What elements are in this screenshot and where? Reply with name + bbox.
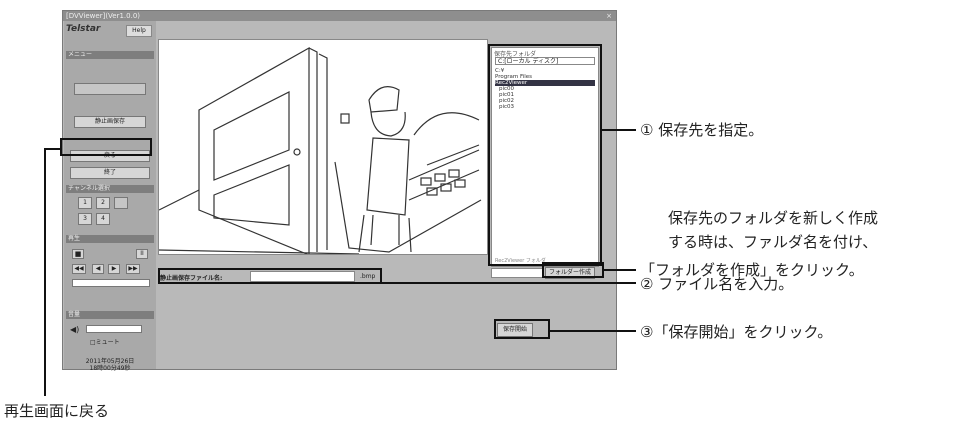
captured-image — [158, 39, 488, 256]
date-label: 2011年05月26日 — [85, 358, 135, 365]
window-title: [DVViewer](Ver1.0.0) — [66, 12, 141, 20]
leader-line — [550, 330, 636, 332]
step-back-button[interactable]: ◀ — [92, 264, 104, 274]
still-save-button[interactable]: 静止画保存 — [74, 116, 146, 128]
stop-button[interactable]: ■ — [72, 249, 84, 259]
channel-1-button[interactable]: 1 — [78, 197, 92, 209]
menu-button-disabled[interactable] — [74, 83, 146, 95]
leader-line — [44, 148, 46, 396]
leader-line — [602, 129, 636, 131]
seek-slider[interactable] — [72, 279, 150, 287]
playback-header: 再生 — [66, 235, 154, 243]
annotation-click-save: ③「保存開始」をクリック。 — [640, 323, 833, 341]
channel-4-button[interactable]: 4 — [96, 213, 110, 225]
annotation-enter-filename: ② ファイル名を入力。 — [640, 275, 794, 293]
step-forward-button[interactable]: ▶ — [108, 264, 120, 274]
help-button[interactable]: Help — [126, 25, 152, 37]
note-line: 保存先のフォルダを新しく作成 — [668, 209, 879, 227]
exit-button[interactable]: 終了 — [70, 167, 150, 179]
volume-header: 音量 — [66, 311, 154, 319]
annotation-new-folder-note: 保存先のフォルダを新しく作成 する時は、ファルダ名を付け、 — [668, 206, 878, 254]
channel-header: チャンネル選択 — [66, 185, 154, 193]
rewind-button[interactable]: ◀◀ — [72, 264, 86, 274]
logo: Telstar — [66, 24, 101, 34]
volume-slider[interactable] — [86, 325, 142, 333]
leader-line — [382, 282, 636, 284]
channel-3-button[interactable]: 3 — [78, 213, 92, 225]
note-line: する時は、ファルダ名を付け、 — [668, 233, 878, 251]
callout-box-folder — [488, 44, 602, 266]
speaker-icon: ◀) — [70, 325, 80, 334]
callout-box-filename — [158, 268, 382, 284]
new-folder-input[interactable] — [491, 268, 543, 278]
callout-box-save-start — [494, 319, 550, 339]
pause-button[interactable]: II — [136, 249, 148, 259]
annotation-specify-folder: ① 保存先を指定。 — [640, 121, 764, 139]
mute-label: ミュート — [95, 339, 120, 346]
leader-line — [44, 148, 60, 150]
menu-header: メニュー — [66, 51, 154, 59]
callout-box-back — [60, 138, 152, 156]
channel-quad-button[interactable] — [114, 197, 128, 209]
channel-2-button[interactable]: 2 — [96, 197, 110, 209]
mute-checkbox[interactable]: □ミュート — [90, 337, 120, 346]
door-scene-illustration — [158, 46, 482, 256]
left-panel: Telstar Help メニュー 静止画保存 戻る 終了 チャンネル選択 1 … — [64, 21, 156, 372]
close-icon[interactable]: × — [606, 11, 612, 21]
time-label: 18時00分49秒 — [89, 365, 131, 372]
fast-forward-button[interactable]: ▶▶ — [126, 264, 140, 274]
annotation-back-to-playback: 再生画面に戻る — [4, 402, 110, 420]
title-bar: [DVViewer](Ver1.0.0) × — [63, 11, 616, 21]
callout-box-create-folder — [542, 262, 604, 278]
leader-line — [604, 269, 636, 271]
datetime-display: 2011年05月26日 18時00分49秒 — [72, 358, 148, 372]
